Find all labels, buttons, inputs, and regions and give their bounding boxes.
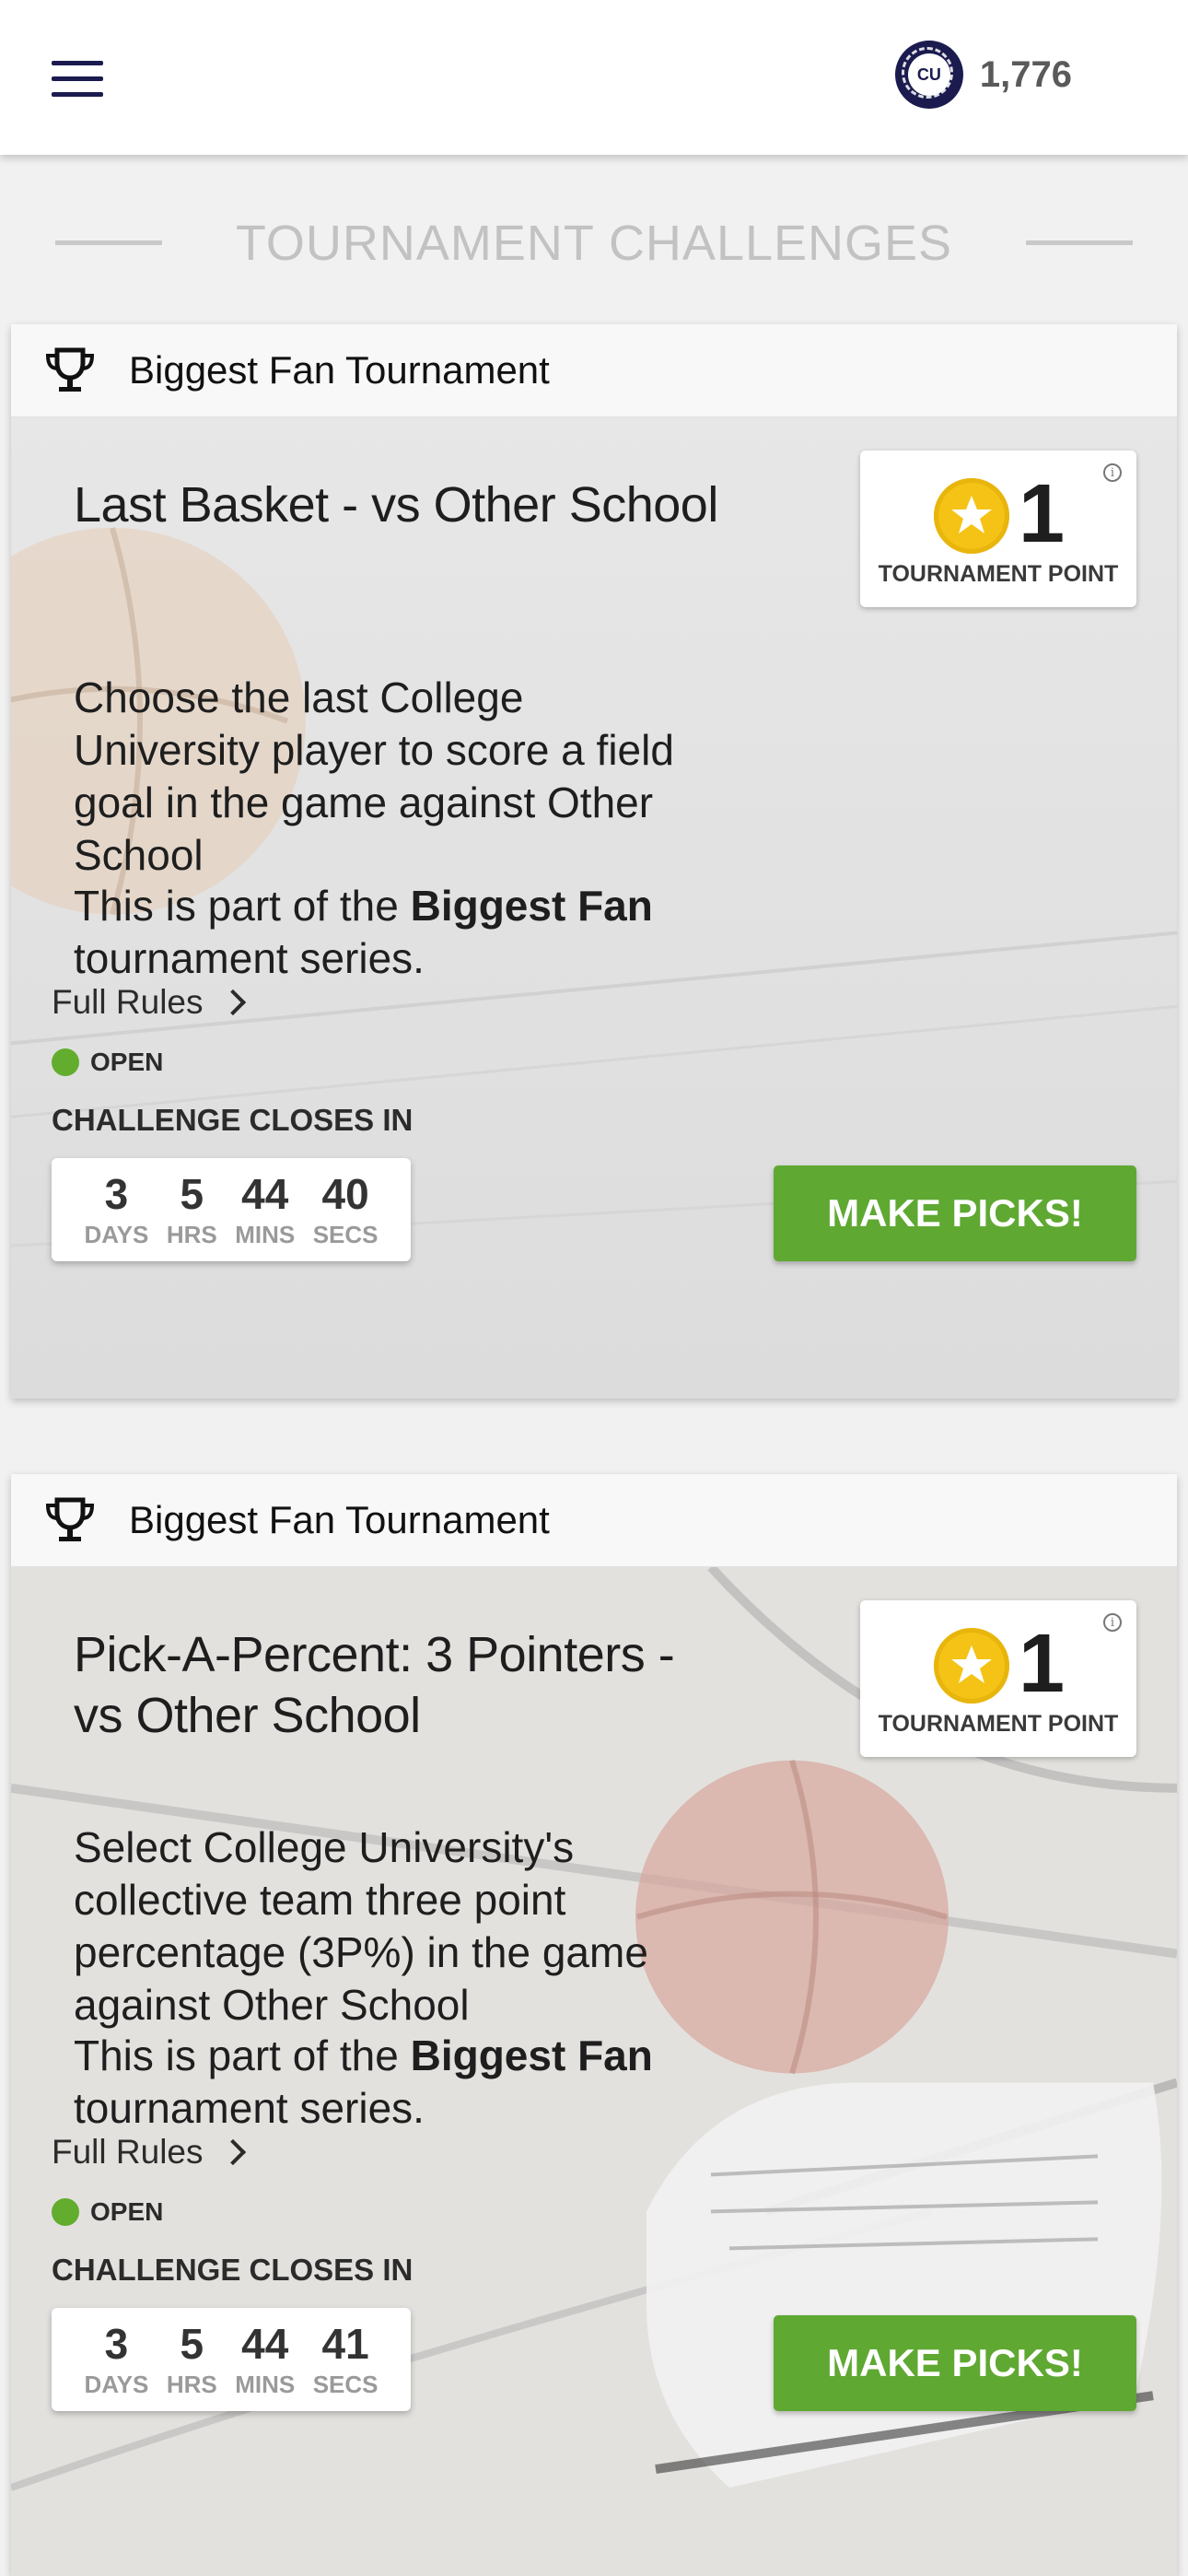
hamburger-menu-icon[interactable]	[52, 61, 103, 98]
status-text: OPEN	[90, 1048, 164, 1076]
countdown-timer: 3 DAYS 5 HRS 44 MINS 41 SECS	[52, 2308, 411, 2411]
card-body: Pick-A-Percent: 3 Pointers - vs Other Sc…	[11, 1567, 1177, 2576]
countdown-value: 44	[241, 2319, 289, 2368]
tournament-name: Biggest Fan Tournament	[129, 1498, 550, 1541]
points-value: 1	[1019, 1618, 1066, 1710]
series-note: This is part of the Biggest Fan tourname…	[74, 880, 774, 985]
series-name: Biggest Fan	[410, 882, 653, 930]
tournament-points-badge[interactable]: i 1 TOURNAMENT POINT	[860, 1600, 1136, 1757]
countdown-value: 5	[180, 2319, 204, 2368]
full-rules-link[interactable]: Full Rules	[52, 2133, 246, 2172]
points-label: TOURNAMENT POINT	[878, 1711, 1119, 1737]
challenge-description: Select College University's collective t…	[74, 1823, 648, 2029]
countdown-unit: MINS	[235, 2370, 296, 2398]
card-header: Biggest Fan Tournament	[11, 324, 1177, 417]
countdown-value: 3	[104, 1169, 129, 1218]
countdown-unit: HRS	[166, 1220, 217, 1248]
challenge-card: Biggest Fan Tournament Last Basket - vs …	[11, 324, 1177, 1399]
card-body: Last Basket - vs Other School i 1 TOURNA…	[11, 417, 1177, 1399]
points-display[interactable]: CU 1,776	[894, 41, 1072, 109]
title-divider-right	[1026, 240, 1133, 245]
series-suffix: tournament series.	[74, 2084, 425, 2132]
points-value: 1	[1019, 468, 1066, 560]
countdown-seconds: 41 SECS	[313, 2308, 379, 2411]
countdown-hours: 5 HRS	[167, 1158, 217, 1261]
countdown-value: 3	[104, 2319, 129, 2368]
status-dot-icon	[52, 1048, 79, 1076]
points-balance: 1,776	[979, 53, 1072, 95]
title-divider-left	[55, 240, 162, 245]
points-label: TOURNAMENT POINT	[878, 561, 1119, 587]
card-header: Biggest Fan Tournament	[11, 1474, 1177, 1567]
section-title: TOURNAMENT CHALLENGES	[235, 216, 953, 271]
full-rules-label: Full Rules	[52, 2133, 204, 2171]
trophy-icon	[45, 1497, 95, 1541]
chevron-right-icon	[219, 2138, 246, 2166]
countdown-unit: HRS	[166, 2370, 217, 2398]
countdown-value: 5	[180, 1169, 204, 1218]
countdown-hours: 5 HRS	[167, 2308, 217, 2411]
school-logo-text: CU	[907, 53, 950, 96]
school-logo-icon: CU	[894, 41, 963, 109]
app-header: CU 1,776	[0, 0, 1188, 155]
countdown-unit: SECS	[312, 2370, 379, 2398]
status-text: OPEN	[90, 2197, 164, 2226]
countdown-value: 40	[321, 1169, 369, 1218]
full-rules-label: Full Rules	[52, 983, 204, 1021]
star-coin-icon	[934, 1628, 1009, 1704]
countdown-unit: SECS	[312, 1220, 379, 1248]
series-prefix: This is part of the	[74, 882, 411, 930]
challenge-title: Pick-A-Percent: 3 Pointers - vs Other Sc…	[74, 1627, 675, 1743]
closes-label: CHALLENGE CLOSES IN	[52, 2253, 413, 2287]
series-note: This is part of the Biggest Fan tourname…	[74, 2030, 774, 2135]
countdown-seconds: 40 SECS	[313, 1158, 379, 1261]
section-header: TOURNAMENT CHALLENGES	[0, 197, 1188, 289]
countdown-value: 41	[321, 2319, 369, 2368]
tournament-name: Biggest Fan Tournament	[129, 348, 550, 392]
series-suffix: tournament series.	[74, 934, 425, 982]
status-badge: OPEN	[52, 2197, 163, 2227]
full-rules-link[interactable]: Full Rules	[52, 983, 246, 1022]
star-coin-icon	[934, 478, 1009, 554]
series-name: Biggest Fan	[410, 2032, 653, 2079]
trophy-icon	[45, 347, 95, 392]
countdown-unit: MINS	[235, 1220, 296, 1248]
countdown-value: 44	[241, 1169, 289, 1218]
info-icon[interactable]: i	[1103, 1613, 1122, 1632]
status-badge: OPEN	[52, 1048, 163, 1077]
make-picks-button[interactable]: MAKE PICKS!	[774, 2315, 1136, 2411]
countdown-minutes: 44 MINS	[235, 1158, 295, 1261]
countdown-timer: 3 DAYS 5 HRS 44 MINS 40 SECS	[52, 1158, 411, 1261]
tournament-points-badge[interactable]: i 1 TOURNAMENT POINT	[860, 451, 1136, 607]
countdown-minutes: 44 MINS	[235, 2308, 295, 2411]
challenge-card: Biggest Fan Tournament Pick-A-Percent: 3…	[11, 1474, 1177, 2576]
status-dot-icon	[52, 2198, 79, 2226]
challenge-title: Last Basket - vs Other School	[74, 477, 718, 533]
countdown-days: 3 DAYS	[84, 2308, 148, 2411]
countdown-unit: DAYS	[84, 1220, 149, 1248]
countdown-days: 3 DAYS	[84, 1158, 148, 1261]
closes-label: CHALLENGE CLOSES IN	[52, 1103, 413, 1137]
info-icon[interactable]: i	[1103, 463, 1122, 482]
chevron-right-icon	[219, 989, 246, 1016]
make-picks-button[interactable]: MAKE PICKS!	[774, 1165, 1136, 1261]
challenge-description: Choose the last College University playe…	[74, 673, 674, 879]
countdown-unit: DAYS	[84, 2370, 149, 2398]
series-prefix: This is part of the	[74, 2032, 411, 2079]
